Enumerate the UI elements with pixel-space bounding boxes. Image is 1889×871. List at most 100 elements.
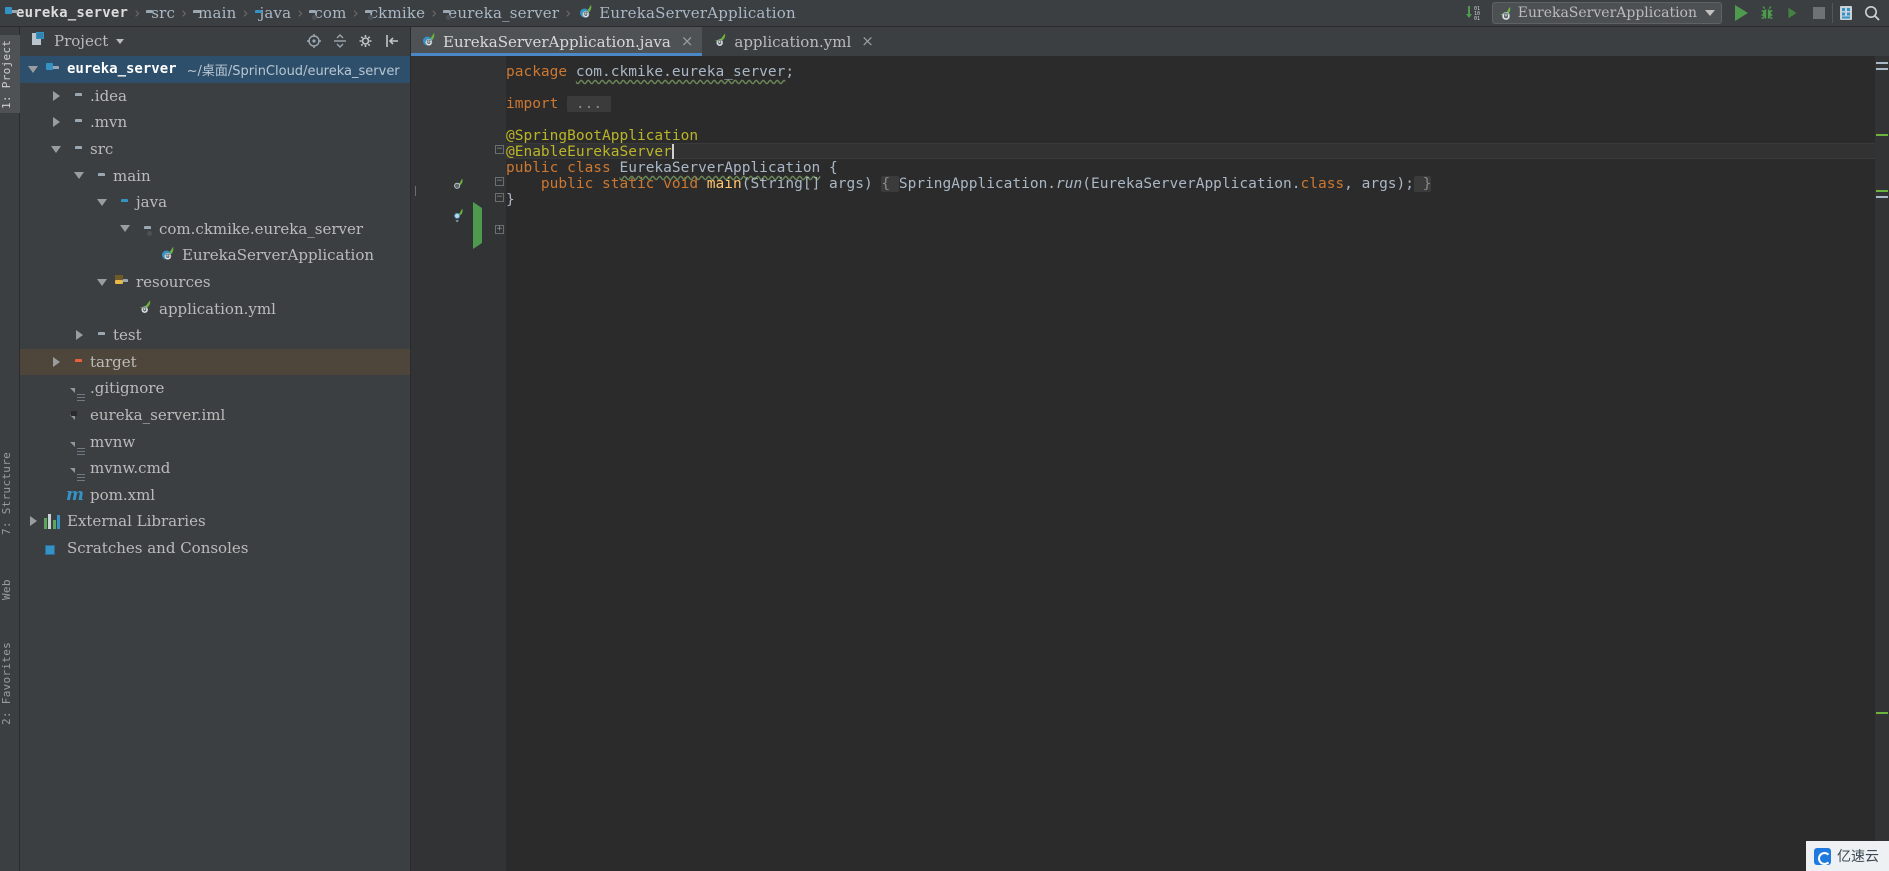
- breadcrumb-label: eureka_server: [16, 5, 129, 21]
- locate-icon[interactable]: [305, 33, 322, 50]
- editor-tab-application-yml[interactable]: application.yml ×: [702, 27, 882, 56]
- collapse-arrow-icon[interactable]: [93, 198, 111, 206]
- collapse-arrow-icon[interactable]: [116, 225, 134, 233]
- tree-node-main[interactable]: main: [20, 162, 410, 189]
- collapse-arrow-icon[interactable]: [93, 278, 111, 286]
- database-icon[interactable]: [1833, 1, 1859, 25]
- fold-marker-import[interactable]: −: [495, 145, 504, 154]
- breadcrumb-item-main[interactable]: main: [190, 0, 239, 27]
- tree-node-label: EurekaServerApplication: [182, 246, 375, 265]
- spring-bean-icon[interactable]: [451, 176, 465, 195]
- breadcrumb-item-eureka-server[interactable]: eureka_server: [440, 0, 562, 27]
- tree-node-java[interactable]: java: [20, 189, 410, 216]
- fold-marker-class[interactable]: −: [495, 177, 504, 186]
- breadcrumb-item-eurekaserverapplication[interactable]: EurekaServerApplication: [574, 0, 799, 27]
- tree-node-label: mvnw: [90, 432, 136, 451]
- run-configuration-selector[interactable]: EurekaServerApplication: [1491, 2, 1722, 24]
- tree-icon-slot: [42, 513, 62, 529]
- project-view-icon: [30, 31, 46, 51]
- code-text[interactable]: package com.ckmike.eureka_server;import …: [506, 56, 1889, 871]
- run-with-coverage-button[interactable]: [1780, 1, 1806, 25]
- code-line-3[interactable]: import ...: [506, 96, 611, 112]
- spring-class-icon: [1497, 5, 1513, 21]
- chevron-down-icon[interactable]: [1705, 10, 1715, 16]
- stripe-web[interactable]: Web: [0, 572, 20, 608]
- stripe-mark[interactable]: [1876, 196, 1888, 198]
- collapse-arrow-icon[interactable]: [47, 145, 65, 153]
- tree-node-pom-xml[interactable]: m pom.xml: [20, 482, 410, 509]
- breadcrumb-item-src[interactable]: src: [143, 0, 178, 27]
- run-config-name: EurekaServerApplication: [1517, 5, 1697, 21]
- search-everywhere-icon[interactable]: [1859, 1, 1885, 25]
- code-line-7[interactable]: @SpringBootApplication: [506, 128, 698, 144]
- tree-node--idea[interactable]: .idea: [20, 83, 410, 110]
- expand-arrow-icon[interactable]: [47, 356, 65, 367]
- tree-node-scratches-and-consoles[interactable]: Scratches and Consoles: [20, 535, 410, 562]
- collapse-arrow-icon[interactable]: [24, 65, 42, 73]
- tree-node-label: java: [136, 193, 168, 212]
- tree-node-application-yml[interactable]: application.yml: [20, 295, 410, 322]
- stripe-mark[interactable]: [1876, 68, 1888, 70]
- settings-gear-icon[interactable]: [357, 33, 374, 50]
- editor-tab-eurekaserverapplication-java[interactable]: EurekaServerApplication.java ×: [411, 27, 703, 56]
- editor-viewport[interactable]: 1236789101314 − −: [411, 56, 1889, 871]
- code-line-13[interactable]: }: [506, 192, 515, 208]
- tree-node-mvnw[interactable]: mvnw: [20, 428, 410, 455]
- tree-node--mvn[interactable]: .mvn: [20, 109, 410, 136]
- stop-button[interactable]: [1806, 1, 1832, 25]
- stripe-project[interactable]: 1: Project: [0, 35, 20, 113]
- tree-node-com-ckmike-eureka-server[interactable]: com.ckmike.eureka_server: [20, 216, 410, 243]
- stripe-structure[interactable]: 7: Structure: [0, 447, 20, 539]
- tree-node-test[interactable]: test: [20, 322, 410, 349]
- code-line-1[interactable]: package com.ckmike.eureka_server;: [506, 64, 794, 80]
- tree-node-path: ~/桌面/SprinCloud/eureka_server: [186, 63, 400, 79]
- close-icon[interactable]: ×: [679, 34, 696, 49]
- stripe-favorites[interactable]: 2: Favorites: [0, 637, 20, 729]
- debug-button[interactable]: [1754, 1, 1780, 25]
- tree-node--gitignore[interactable]: .gitignore: [20, 375, 410, 402]
- code-line-9[interactable]: public class EurekaServerApplication {: [506, 160, 838, 176]
- tree-node-eurekaserverapplication[interactable]: EurekaServerApplication: [20, 242, 410, 269]
- tree-node-target[interactable]: target: [20, 348, 410, 376]
- tree-node-eureka-server-iml[interactable]: eureka_server.iml: [20, 402, 410, 429]
- tree-node-label: target: [90, 352, 137, 371]
- watermark-text: 亿速云: [1837, 849, 1879, 865]
- tree-node-external-libraries[interactable]: External Libraries: [20, 508, 410, 535]
- error-stripe-gutter[interactable]: [1875, 56, 1889, 871]
- expand-arrow-icon[interactable]: [24, 516, 42, 527]
- tree-node-src[interactable]: src: [20, 136, 410, 163]
- breadcrumb-item-ckmike[interactable]: ckmike: [362, 0, 429, 27]
- compile-icon[interactable]: 01 10 01: [1460, 1, 1486, 25]
- spring-yaml-icon: [711, 31, 728, 52]
- code-line-10[interactable]: public static void main(String[] args) {…: [506, 176, 1432, 192]
- breadcrumb-item-java[interactable]: java: [252, 0, 295, 27]
- fold-marker-method[interactable]: +: [495, 225, 504, 234]
- current-line-highlight: [506, 143, 1889, 159]
- breadcrumb-label: ckmike: [369, 4, 426, 22]
- breadcrumb-item-eureka-server[interactable]: eureka_server: [8, 0, 131, 27]
- code-line-8[interactable]: @EnableEurekaServer: [506, 144, 674, 160]
- stripe-mark[interactable]: [1876, 712, 1888, 714]
- expand-arrow-icon[interactable]: [70, 330, 88, 341]
- expand-arrow-icon[interactable]: [47, 117, 65, 128]
- project-tree[interactable]: eureka_server ~/桌面/SprinCloud/eureka_serv…: [20, 55, 410, 871]
- stripe-mark[interactable]: [1876, 134, 1888, 136]
- expand-arrow-icon[interactable]: [47, 90, 65, 101]
- tree-node-eureka-server[interactable]: eureka_server ~/桌面/SprinCloud/eureka_serv…: [20, 56, 410, 83]
- tree-node-label: eureka_server.iml: [90, 406, 226, 425]
- tree-node-resources[interactable]: resources: [20, 269, 410, 296]
- breadcrumb-separator: ›: [134, 4, 141, 22]
- close-icon[interactable]: ×: [859, 34, 876, 49]
- run-button[interactable]: [1728, 1, 1754, 25]
- spring-bean-icon[interactable]: [451, 207, 465, 227]
- hide-panel-icon[interactable]: [383, 33, 400, 50]
- stripe-mark[interactable]: [1876, 190, 1888, 192]
- stripe-mark[interactable]: [1876, 62, 1888, 64]
- fold-marker-anno[interactable]: −: [495, 193, 504, 202]
- collapse-all-icon[interactable]: [331, 33, 348, 50]
- project-view-chevron-icon[interactable]: [116, 38, 125, 44]
- breadcrumb-item-com[interactable]: com: [306, 0, 349, 27]
- run-gutter-icon[interactable]: [473, 218, 482, 249]
- tree-node-mvnw-cmd[interactable]: mvnw.cmd: [20, 455, 410, 482]
- collapse-arrow-icon[interactable]: [70, 172, 88, 180]
